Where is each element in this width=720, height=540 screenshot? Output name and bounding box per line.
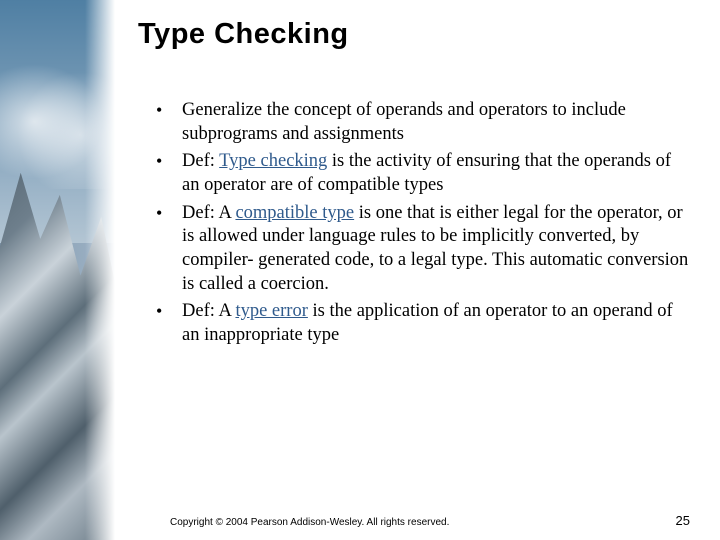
bullet-item: Def: A type error is the application of … xyxy=(156,300,690,347)
page-number: 25 xyxy=(676,513,690,528)
bullet-term: type error xyxy=(235,301,307,321)
slide-content: Type Checking Generalize the concept of … xyxy=(115,0,720,540)
fade-overlay xyxy=(85,0,115,540)
bullet-term: Type checking xyxy=(219,151,327,171)
bullet-text-pre: Generalize the concept of operands and o… xyxy=(182,100,626,144)
slide-footer: Copyright © 2004 Pearson Addison-Wesley.… xyxy=(0,513,720,528)
bullet-text-pre: Def: A xyxy=(182,301,235,321)
bullet-list: Generalize the concept of operands and o… xyxy=(156,99,690,348)
bullet-text-pre: Def: A xyxy=(182,203,235,223)
bullet-item: Def: Type checking is the activity of en… xyxy=(156,150,690,197)
slide-title: Type Checking xyxy=(138,18,690,51)
bullet-text-pre: Def: xyxy=(182,151,219,171)
bullet-item: Generalize the concept of operands and o… xyxy=(156,99,690,146)
slide-sidebar-image xyxy=(0,0,115,540)
bullet-item: Def: A compatible type is one that is ei… xyxy=(156,202,690,297)
bullet-term: compatible type xyxy=(235,203,354,223)
copyright-text: Copyright © 2004 Pearson Addison-Wesley.… xyxy=(170,517,449,528)
